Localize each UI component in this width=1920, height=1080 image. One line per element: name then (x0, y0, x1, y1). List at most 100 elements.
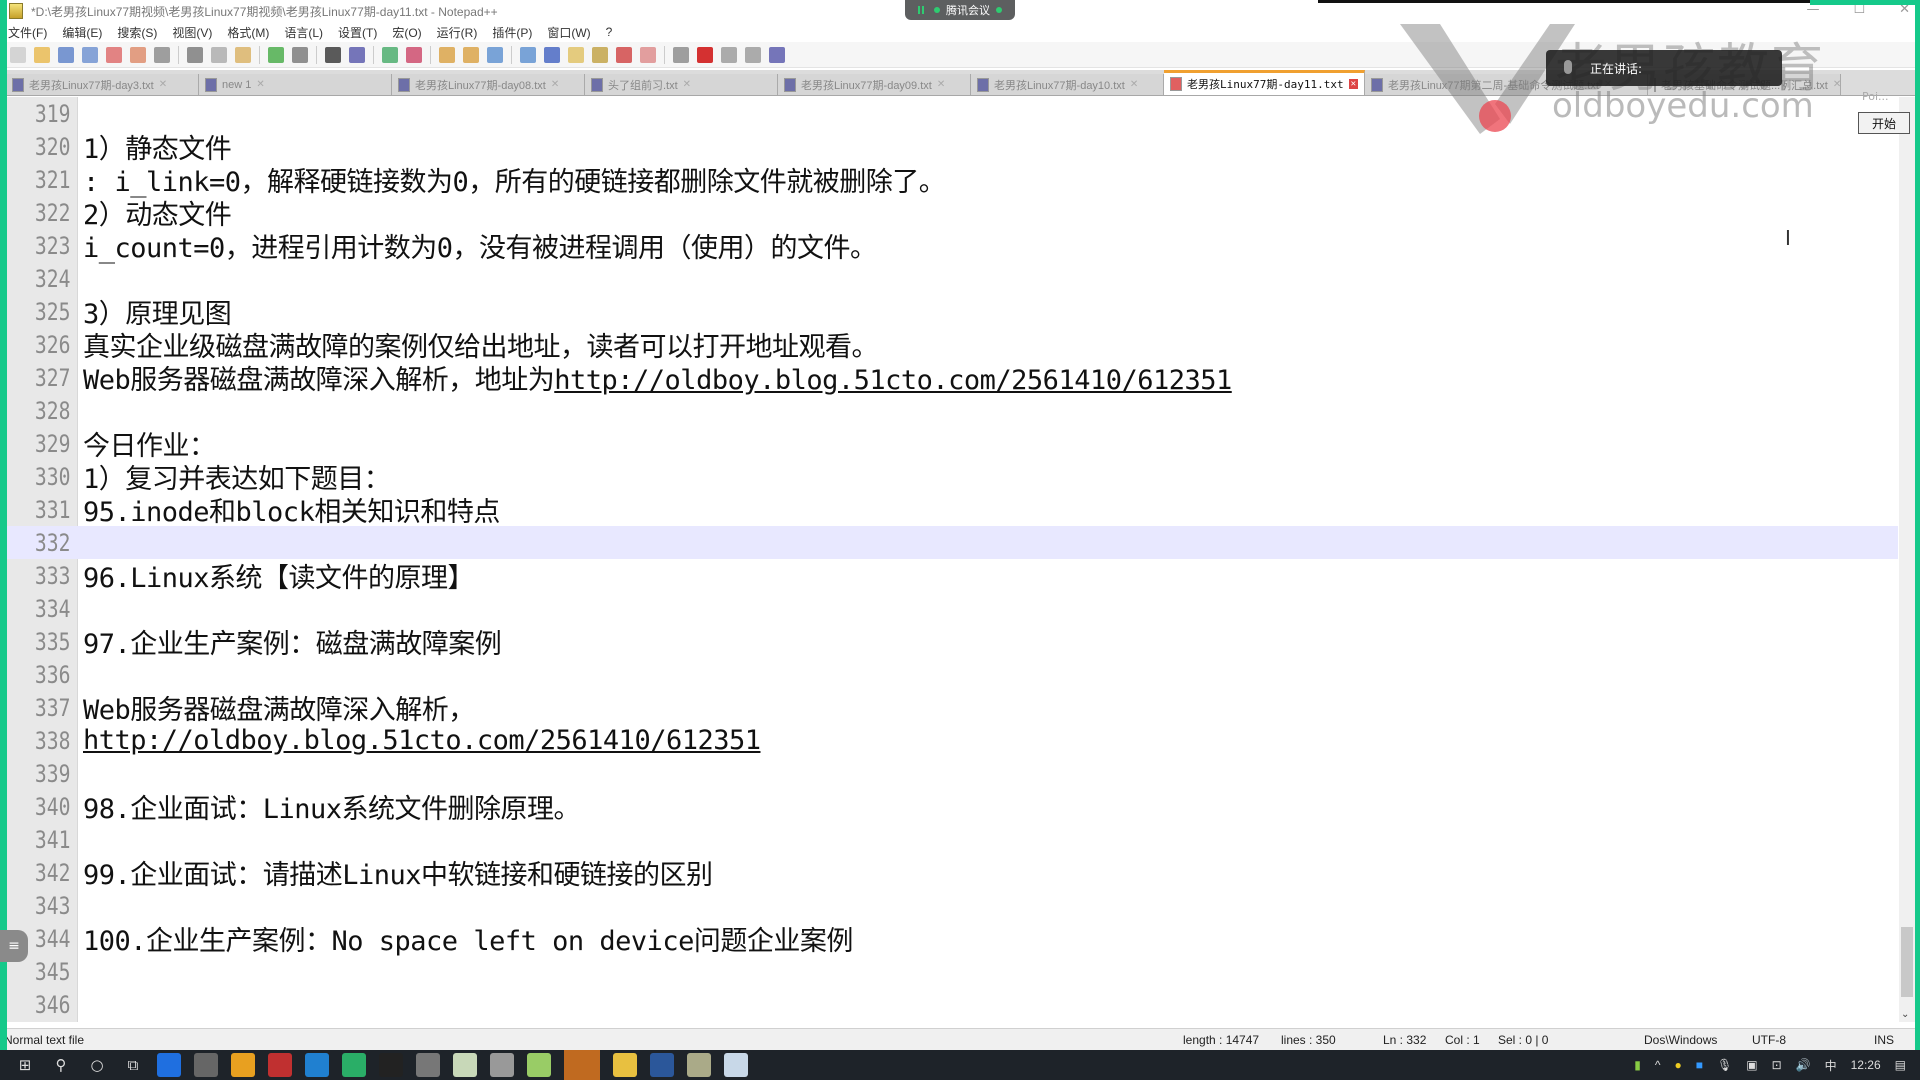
paste-icon[interactable] (235, 46, 251, 63)
clock[interactable]: 12:26 (1851, 1058, 1881, 1072)
editor-line[interactable]: 324 (7, 262, 1898, 295)
tab-file[interactable]: 老男孩Linux77期-day3.txt ✕ (6, 74, 199, 95)
word-icon[interactable] (650, 1053, 674, 1077)
scrollbar-thumb[interactable] (1901, 927, 1913, 997)
eol-format[interactable]: Dos\Windows (1644, 1033, 1717, 1047)
side-panel-handle[interactable]: ≡ (0, 930, 28, 962)
editor-line[interactable]: 329 今日作业： (7, 427, 1898, 463)
cortana-icon[interactable]: ○ (86, 1054, 108, 1076)
tab-file[interactable]: 老男孩Linux77期-day09.txt ✕ (778, 74, 971, 95)
volume-icon[interactable]: 🔊 (1796, 1058, 1811, 1072)
close-all-icon[interactable] (130, 46, 146, 63)
editor-line[interactable]: 331 95.inode和block相关知识和特点 (7, 493, 1898, 529)
app-bug-icon[interactable] (687, 1053, 711, 1077)
redo-icon[interactable] (292, 46, 308, 63)
app-blue-m-icon[interactable] (157, 1053, 181, 1077)
menu-item[interactable]: ? (606, 25, 613, 39)
editor-line[interactable]: 335 97.企业生产案例：磁盘满故障案例 (7, 625, 1898, 661)
zoom-in-icon[interactable] (382, 46, 398, 63)
menu-item[interactable]: 窗口(W) (547, 24, 590, 41)
editor-line[interactable]: 344 100.企业生产案例：No space left on device问题企… (7, 922, 1898, 958)
undo-icon[interactable] (268, 46, 284, 63)
search-icon[interactable]: ⚲ (50, 1054, 72, 1076)
close-tab-icon[interactable]: ✕ (683, 79, 691, 90)
show-all-chars-icon[interactable] (520, 46, 536, 63)
editor-line[interactable]: 323 i_count=0，进程引用计数为0，没有被进程调用（使用）的文件。 (7, 229, 1898, 265)
ime-indicator[interactable]: 中 (1825, 1057, 1837, 1074)
new-file-icon[interactable] (10, 46, 26, 63)
save-all-icon[interactable] (82, 46, 98, 63)
sync-h-icon[interactable] (463, 46, 479, 63)
save-icon[interactable] (58, 46, 74, 63)
close-icon[interactable] (106, 46, 122, 63)
doc-map-icon[interactable] (568, 46, 584, 63)
close-tab-icon[interactable]: ✕ (159, 79, 167, 90)
tray-app-icon[interactable]: ● (1675, 1058, 1682, 1072)
usb-icon[interactable]: ▮ (1634, 1058, 1641, 1072)
monitor-icon[interactable] (640, 46, 656, 63)
menu-item[interactable]: 宏(O) (392, 24, 421, 41)
file-explorer-icon[interactable] (613, 1053, 637, 1077)
open-file-icon[interactable] (34, 46, 50, 63)
save-macro-icon[interactable] (769, 46, 785, 63)
app-oldboy-icon[interactable] (564, 1050, 600, 1080)
app-paint-icon[interactable] (724, 1053, 748, 1077)
app-disk-icon[interactable] (490, 1053, 514, 1077)
editor-line[interactable]: 336 (7, 658, 1898, 691)
editor-line[interactable]: 345 (7, 955, 1898, 988)
editor-line[interactable]: 325 3）原理见图 (7, 295, 1898, 331)
close-tab-icon[interactable]: ✕ (937, 79, 945, 90)
copy-icon[interactable] (211, 46, 227, 63)
menu-item[interactable]: 语言(L) (284, 24, 323, 41)
chrome-icon[interactable] (231, 1053, 255, 1077)
tab-file[interactable]: 老男孩Linux77期-day10.txt ✕ (971, 74, 1164, 95)
notepad-plus-plus-icon[interactable] (527, 1053, 551, 1077)
tab-file[interactable]: 头了组前习.txt ✕ (585, 74, 778, 95)
tab-file[interactable]: new 1 ✕ (199, 74, 392, 95)
wechat-icon[interactable] (342, 1053, 366, 1077)
editor-line[interactable]: 332 (7, 526, 1898, 559)
microphone-icon[interactable]: 🎙 (1717, 1058, 1732, 1072)
vertical-scrollbar[interactable]: ⌄ (1899, 97, 1915, 1022)
editor-line[interactable]: 338 http://oldboy.blog.51cto.com/2561410/… (7, 724, 1898, 757)
find-icon[interactable] (325, 46, 341, 63)
editor-line[interactable]: 327 Web服务器磁盘满故障深入解析，地址为http://oldboy.blog… (7, 361, 1898, 397)
app-red-icon[interactable] (268, 1053, 292, 1077)
close-tab-icon[interactable]: ✕ (1348, 79, 1359, 89)
sync-v-icon[interactable] (439, 46, 455, 63)
editor-line[interactable]: 321: i_link=0，解释硬链接数为0，所有的硬链接都删除文件就被删除了。 (7, 163, 1898, 199)
editor-line[interactable]: 343 (7, 889, 1898, 922)
tray-app-m-icon[interactable]: ■ (1696, 1058, 1703, 1072)
notification-icon[interactable]: ▤ (1895, 1058, 1906, 1072)
close-tab-icon[interactable]: ✕ (1833, 79, 1840, 90)
start-icon[interactable]: ⊞ (14, 1054, 36, 1076)
editor-line[interactable]: 326 真实企业级磁盘满故障的案例仅给出地址，读者可以打开地址观看。 (7, 328, 1898, 364)
print-icon[interactable] (154, 46, 170, 63)
text-editor[interactable]: 319 320 1）静态文件 321: i_link=0，解释硬链接数为0，所有的硬链… (7, 97, 1898, 1022)
network-icon[interactable]: ⊡ (1772, 1058, 1782, 1072)
menu-item[interactable]: 编辑(E) (62, 24, 102, 41)
menu-item[interactable]: 搜索(S) (117, 24, 157, 41)
menu-item[interactable]: 插件(P) (492, 24, 532, 41)
editor-line[interactable]: 322 2）动态文件 (7, 196, 1898, 232)
editor-line[interactable]: 328 (7, 394, 1898, 427)
menu-item[interactable]: 设置(T) (338, 24, 377, 41)
encoding[interactable]: UTF-8 (1752, 1033, 1786, 1047)
play-macro-icon[interactable] (721, 46, 737, 63)
close-tab-icon[interactable]: ✕ (1130, 79, 1138, 90)
word-wrap-icon[interactable] (487, 46, 503, 63)
editor-line[interactable]: 333 96.Linux系统【读文件的原理】 (7, 559, 1898, 595)
editor-line[interactable]: 320 1）静态文件 (7, 130, 1898, 166)
task-view-icon[interactable]: ⧉ (122, 1054, 144, 1076)
tencent-meeting-pill[interactable]: 腾讯会议 (905, 0, 1015, 20)
tab-file[interactable]: 老男孩Linux77期-day08.txt ✕ (392, 74, 585, 95)
zoom-out-icon[interactable] (406, 46, 422, 63)
editor-line[interactable]: 342 99.企业面试：请描述Linux中软链接和硬链接的区别 (7, 856, 1898, 892)
app-sync-icon[interactable] (305, 1053, 329, 1077)
editor-line[interactable]: 337 Web服务器磁盘满故障深入解析， (7, 691, 1898, 727)
run-macro-multiple-icon[interactable] (745, 46, 761, 63)
menu-item[interactable]: 格式(M) (227, 24, 269, 41)
editor-line[interactable]: 340 98.企业面试：Linux系统文件删除原理。 (7, 790, 1898, 826)
close-tab-icon[interactable]: ✕ (551, 79, 559, 90)
editor-line[interactable]: 341 (7, 823, 1898, 856)
